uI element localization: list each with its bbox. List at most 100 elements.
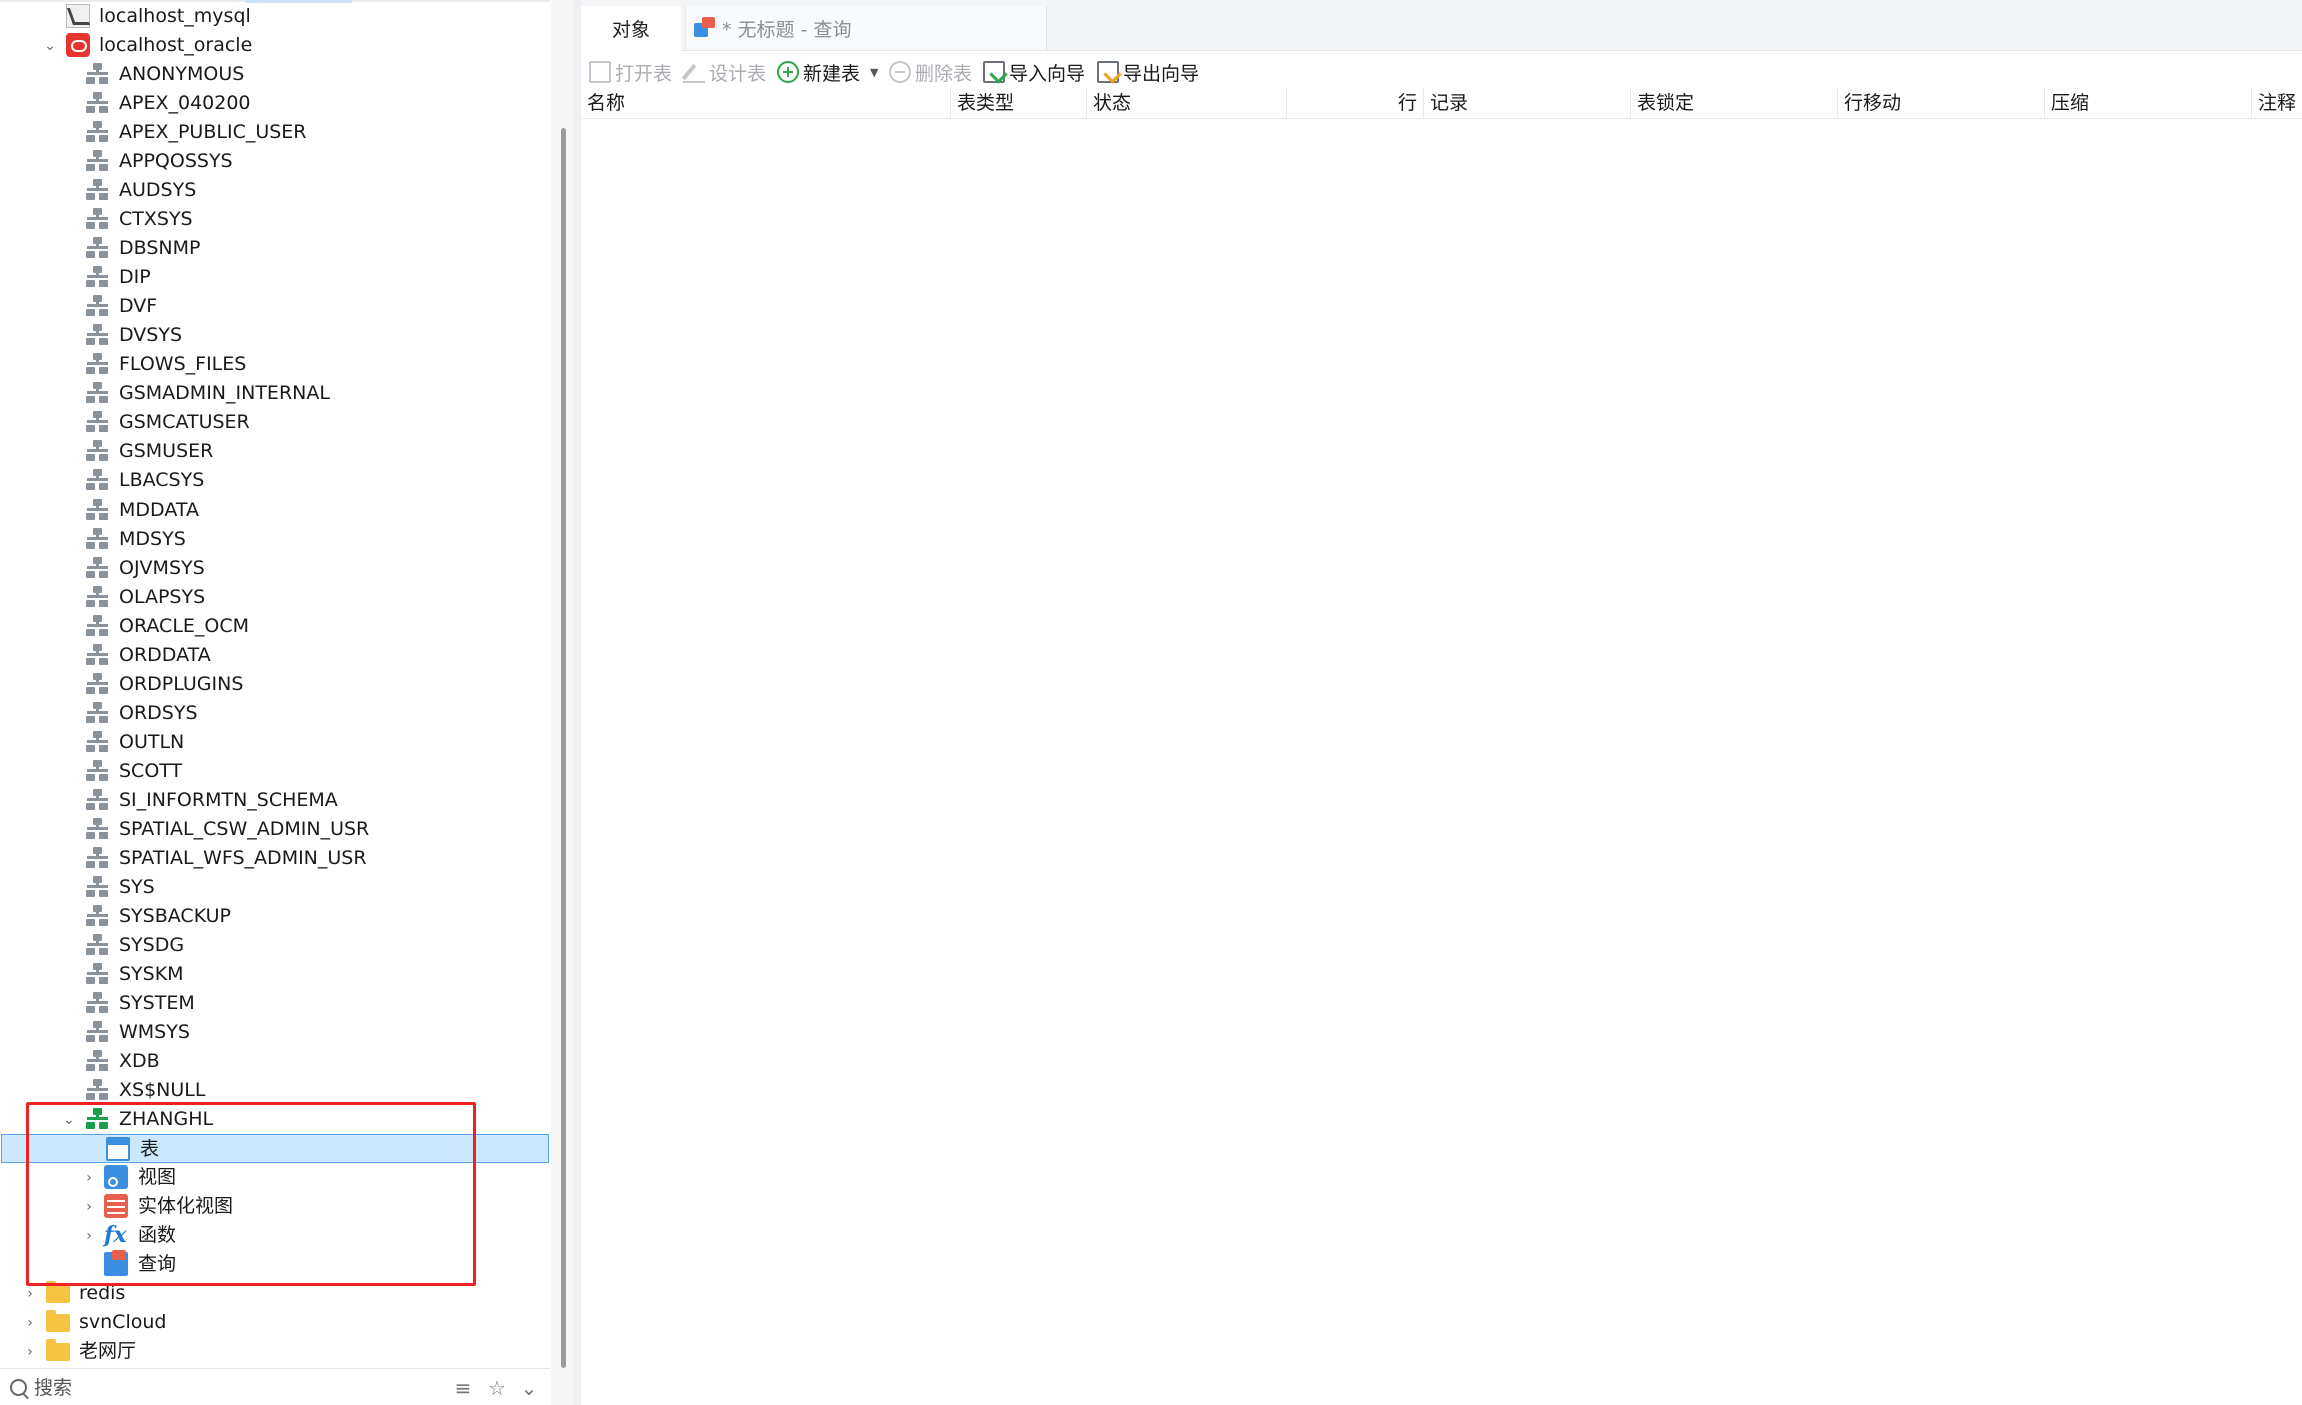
tree-node-schema[interactable]: DIP [0,263,548,292]
tree-node-label: WMSYS [119,1021,190,1044]
tree-node-object-group[interactable]: › 视图 [0,1163,548,1192]
tree-node-schema[interactable]: ORDDATA [0,641,548,670]
pane-splitter[interactable] [573,0,581,1405]
tree-node-schema[interactable]: LBACSYS [0,466,548,495]
tree-node-schema[interactable]: SYSTEM [0,989,548,1018]
tree-node-schema[interactable]: WMSYS [0,1018,548,1047]
tree-node-schema[interactable]: XDB [0,1047,548,1076]
tree-node-schema[interactable]: GSMADMIN_INTERNAL [0,379,548,408]
tree-node-schema[interactable]: DVF [0,292,548,321]
schema-icon [85,468,109,492]
tree-node-schema[interactable]: AUDSYS [0,176,548,205]
materialized-view-icon [104,1194,128,1219]
tree-node-schema[interactable]: SCOTT [0,757,548,786]
tab-objects[interactable]: 对象 [581,6,681,52]
column-header-table-lock[interactable]: 表锁定 [1631,88,1838,118]
tree-node-schema[interactable]: ANONYMOUS [0,60,548,89]
tree-node-schema[interactable]: ORDSYS [0,699,548,728]
tree-node-schema[interactable]: SYSKM [0,960,548,989]
tree-node-schema[interactable]: SI_INFORMTN_SCHEMA [0,786,548,815]
tree-node-schema[interactable]: XS$NULL [0,1076,548,1105]
column-header-name[interactable]: 名称 [581,88,951,118]
column-header-table-type[interactable]: 表类型 [951,88,1087,118]
tree-node-object-group[interactable]: › 实体化视图 [0,1192,548,1221]
dropdown-caret-icon[interactable]: ▼ [870,66,878,79]
schema-icon [85,759,109,783]
tree-node-schema[interactable]: OJVMSYS [0,554,548,583]
schema-icon [85,788,109,812]
tree-node-label: DVSYS [119,324,183,347]
import-wizard-button[interactable]: 导入向导 [983,58,1085,86]
tree-node-label: SYSDG [119,933,185,956]
tree-node-schema[interactable]: SPATIAL_WFS_ADMIN_USR [0,844,548,873]
chevron-right-icon[interactable]: › [80,1163,98,1192]
open-table-label: 打开表 [615,62,673,85]
tree-node-schema[interactable]: ORDPLUGINS [0,670,548,699]
chevron-right-icon[interactable]: › [80,1221,98,1250]
schema-icon [85,701,109,725]
delete-table-button[interactable]: 删除表 [889,58,972,86]
tab-untitled-query[interactable]: * 无标题 - 查询 [685,6,1047,50]
tree-node-group[interactable]: › 老网厅 [0,1337,548,1366]
schema-icon [85,933,109,957]
tree-node-schema[interactable]: ORACLE_OCM [0,612,548,641]
tree-node-object-group[interactable]: › fx 函数 [0,1221,548,1250]
tree-node-schema[interactable]: SYSBACKUP [0,902,548,931]
tree-node-label: ORACLE_OCM [119,614,250,637]
design-table-button[interactable]: 设计表 [683,58,766,86]
tree-node-label: 视图 [138,1166,177,1189]
schema-icon [85,730,109,754]
tree-scrollbar-thumb[interactable] [561,128,566,1368]
tree-node-schema[interactable]: OUTLN [0,728,548,757]
tree-node-label: MDSYS [119,527,186,550]
tree-node-schema[interactable]: APEX_040200 [0,89,548,118]
tree-node-schema[interactable]: SYSDG [0,931,548,960]
column-header-compression[interactable]: 压缩 [2045,88,2252,118]
open-table-button[interactable]: 打开表 [589,58,672,86]
tree-node-schema[interactable]: DVSYS [0,321,548,350]
chevron-down-icon[interactable]: ⌄ [60,1105,78,1134]
tree-node-schema[interactable]: GSMUSER [0,437,548,466]
schema-icon [85,846,109,870]
filter-icon[interactable]: ≡ [452,1377,474,1399]
column-header-records[interactable]: 记录 [1424,88,1631,118]
tree-node-connection[interactable]: ⌄ localhost_oracle [0,31,548,60]
tree-node-schema[interactable]: APEX_PUBLIC_USER [0,118,548,147]
schema-icon [85,91,109,115]
schema-icon [85,294,109,318]
tree-node-schema[interactable]: MDDATA [0,496,548,525]
tree-node-schema[interactable]: FLOWS_FILES [0,350,548,379]
column-header-rows[interactable]: 行 [1287,88,1424,118]
tree-node-schema[interactable]: CTXSYS [0,205,548,234]
export-wizard-button[interactable]: 导出向导 [1097,58,1199,86]
chevron-right-icon[interactable]: › [21,1279,39,1308]
new-table-button[interactable]: 新建表 ▼ [777,58,878,86]
tree-node-label: OUTLN [119,730,185,753]
tree-node-schema[interactable]: DBSNMP [0,234,548,263]
tree-node-schema[interactable]: SYS [0,873,548,902]
tree-node-connection[interactable]: localhost_mysql [0,2,548,31]
column-header-status[interactable]: 状态 [1087,88,1287,118]
chevron-down-icon[interactable]: ⌄ [41,31,59,60]
tree-node-label: DIP [119,266,151,289]
tree-node-schema[interactable]: SPATIAL_CSW_ADMIN_USR [0,815,548,844]
tree-node-group[interactable]: › svnCloud [0,1308,548,1337]
star-icon[interactable]: ☆ [486,1377,508,1399]
chevron-right-icon[interactable]: › [21,1337,39,1366]
schema-icon [85,323,109,347]
tree-node-schema[interactable]: OLAPSYS [0,583,548,612]
tree-node-schema[interactable]: APPQOSSYS [0,147,548,176]
tree-node-schema[interactable]: MDSYS [0,525,548,554]
tree-search-input[interactable] [32,1374,436,1402]
column-header-comment[interactable]: 注释 [2252,88,2302,118]
tree-node-object-group[interactable]: 表 [1,1134,549,1164]
column-header-row-movement[interactable]: 行移动 [1838,88,2045,118]
chevron-right-icon[interactable]: › [21,1308,39,1337]
tree-node-group[interactable]: › redis [0,1279,548,1308]
objects-grid-body[interactable] [581,119,2302,1405]
collapse-all-icon[interactable]: ⌄ [518,1377,540,1399]
chevron-right-icon[interactable]: › [80,1192,98,1221]
tree-node-object-group[interactable]: 查询 [0,1250,548,1279]
tree-node-schema[interactable]: GSMCATUSER [0,408,548,437]
tree-node-schema-expanded[interactable]: ⌄ ZHANGHL [0,1105,548,1134]
